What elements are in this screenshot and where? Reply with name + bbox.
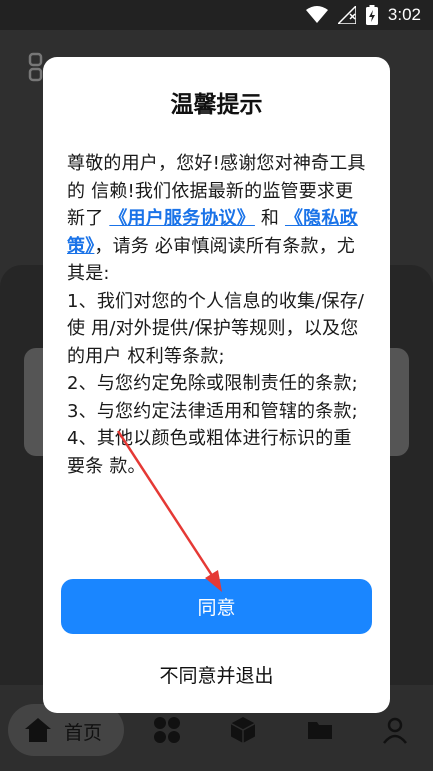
battery-charging-icon bbox=[365, 5, 378, 25]
privacy-dialog: 温馨提示 尊敬的用户，您好!感谢您对神奇工具的 信赖!我们依据最新的监管要求更新… bbox=[43, 57, 390, 713]
folder-icon[interactable] bbox=[306, 716, 334, 744]
dialog-title: 温馨提示 bbox=[170, 92, 263, 118]
dialog-body: 尊敬的用户，您好!感谢您对神奇工具的 信赖!我们依据最新的监管要求更新了 《用户… bbox=[67, 150, 367, 480]
intro-text-2: ，请务 必审慎阅读所有条款，尤其是: bbox=[67, 235, 356, 285]
and-text: 和 bbox=[260, 208, 280, 229]
profile-icon[interactable] bbox=[381, 716, 409, 744]
wifi-icon bbox=[305, 6, 328, 23]
dialog-intro: 尊敬的用户，您好!感谢您对神奇工具的 信赖!我们依据最新的监管要求更新了 《用户… bbox=[67, 150, 367, 288]
cube-icon[interactable] bbox=[229, 716, 257, 744]
clause-item-1: 1、我们对您的个人信息的收集/保存/使 用/对外提供/保护等规则，以及您的用户 … bbox=[67, 290, 365, 367]
status-time: 3:02 bbox=[387, 5, 421, 24]
terms-of-service-link[interactable]: 《用户服务协议》 bbox=[109, 208, 255, 229]
home-icon bbox=[25, 718, 51, 742]
clause-item-2: 2、与您约定免除或限制责任的条款; bbox=[67, 373, 358, 394]
apps-grid-icon[interactable] bbox=[153, 716, 181, 744]
clause-item-3: 3、与您约定法律适用和管辖的条款; bbox=[67, 400, 358, 422]
disagree-and-exit-button[interactable]: 不同意并退出 bbox=[43, 661, 390, 688]
status-bar: 3:02 bbox=[0, 0, 433, 30]
agree-button[interactable]: 同意 bbox=[61, 579, 372, 634]
signal-icon bbox=[337, 6, 356, 24]
status-icons: 3:02 bbox=[305, 5, 421, 25]
nav-home-label: 首页 bbox=[64, 723, 103, 744]
clause-item-4: 4、其他以颜色或粗体进行标识的重要条 款。 bbox=[67, 428, 352, 477]
